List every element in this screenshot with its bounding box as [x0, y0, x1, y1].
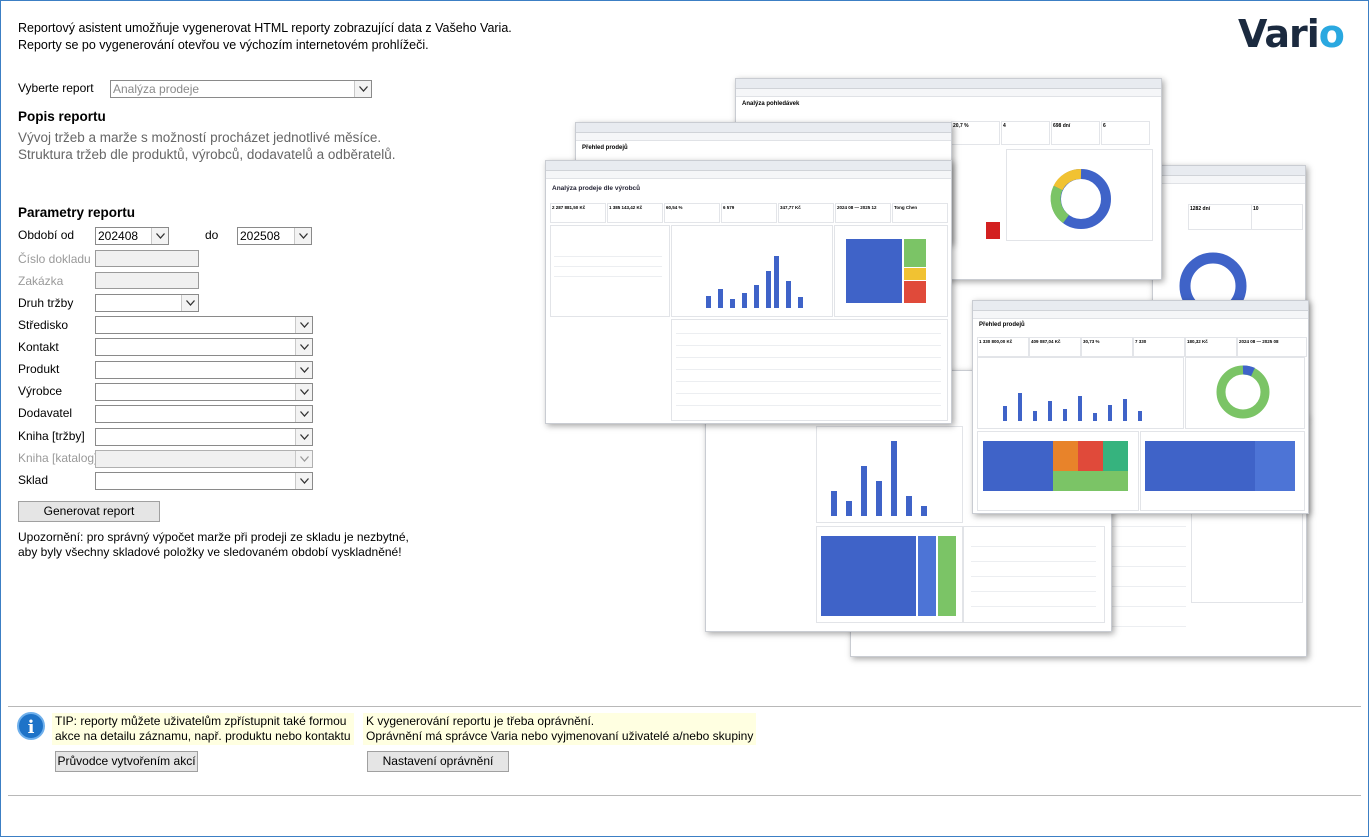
chevron-down-icon[interactable]: [354, 81, 371, 97]
intro-text: Reportový asistent umožňuje vygenerovat …: [18, 20, 512, 54]
chevron-down-icon[interactable]: [181, 295, 198, 311]
center-select[interactable]: [95, 316, 313, 334]
description-line-2: Struktura tržeb dle produktů, výrobců, d…: [18, 147, 396, 162]
contact-select[interactable]: [95, 338, 313, 356]
book-revenue-label: Kniha [tržby]: [18, 429, 85, 443]
period-to-label: do: [205, 228, 219, 242]
generate-report-button[interactable]: Generovat report: [18, 501, 160, 522]
period-from-select[interactable]: 202408: [95, 227, 169, 245]
order-field[interactable]: [95, 272, 199, 289]
doc-number-field[interactable]: [95, 250, 199, 267]
revenue-type-label: Druh tržby: [18, 296, 74, 310]
bottom-separator: [8, 706, 1361, 707]
warehouse-select[interactable]: [95, 472, 313, 490]
revenue-type-select[interactable]: [95, 294, 199, 312]
params-heading: Parametry reportu: [18, 205, 136, 220]
footer-separator: [8, 795, 1361, 796]
chevron-down-icon[interactable]: [295, 339, 312, 355]
center-label: Středisko: [18, 318, 69, 332]
chevron-down-icon[interactable]: [151, 228, 168, 244]
permissions-button[interactable]: Nastavení oprávnění: [367, 751, 509, 772]
intro-line-1: Reportový asistent umožňuje vygenerovat …: [18, 21, 512, 35]
contact-label: Kontakt: [18, 340, 59, 354]
description-text: Vývoj tržeb a marže s možností procházet…: [18, 129, 395, 163]
actions-wizard-button[interactable]: Průvodce vytvořením akcí: [55, 751, 198, 772]
supplier-label: Dodavatel: [18, 406, 73, 420]
chevron-down-icon[interactable]: [295, 384, 312, 400]
info-icon: i: [17, 712, 45, 740]
period-from-label: Období od: [18, 228, 75, 242]
description-heading: Popis reportu: [18, 109, 106, 124]
book-catalog-select: [95, 450, 313, 468]
chevron-down-icon[interactable]: [295, 317, 312, 333]
chevron-down-icon[interactable]: [295, 362, 312, 378]
report-select[interactable]: Analýza prodeje: [110, 80, 372, 98]
book-catalog-label: Kniha [katalog]: [18, 451, 98, 465]
chevron-down-icon: [295, 451, 312, 467]
report-preview-image: 1282 dní 10 Analýza pohledávek 20,7 % 4 …: [540, 70, 1310, 660]
period-to-select[interactable]: 202508: [237, 227, 312, 245]
report-select-value: Analýza prodeje: [113, 82, 200, 96]
chevron-down-icon[interactable]: [294, 228, 311, 244]
chevron-down-icon[interactable]: [295, 473, 312, 489]
permission-note: K vygenerování reportu je třeba oprávněn…: [363, 713, 757, 745]
vario-logo: Vario: [1238, 12, 1345, 56]
supplier-select[interactable]: [95, 405, 313, 423]
warehouse-label: Sklad: [18, 473, 49, 487]
description-line-1: Vývoj tržeb a marže s možností procházet…: [18, 130, 382, 145]
product-label: Produkt: [18, 362, 60, 376]
tip-box: TIP: reporty můžete uživatelům zpřístupn…: [52, 713, 354, 745]
chevron-down-icon[interactable]: [295, 429, 312, 445]
intro-line-2: Reporty se po vygenerování otevřou ve vý…: [18, 38, 429, 52]
report-select-label: Vyberte report: [18, 81, 94, 95]
order-label: Zakázka: [18, 274, 64, 288]
doc-number-label: Číslo dokladu: [18, 252, 91, 266]
chevron-down-icon[interactable]: [295, 406, 312, 422]
product-select[interactable]: [95, 361, 313, 379]
manufacturer-select[interactable]: [95, 383, 313, 401]
manufacturer-label: Výrobce: [18, 384, 63, 398]
warning-text: Upozornění: pro správný výpočet marže př…: [18, 530, 409, 559]
preview-manufacturer-window: Analýza prodeje dle výrobců 2 287 881,50…: [545, 160, 952, 424]
preview-sales-front-window: Přehled prodejů 1 330 800,00 Kč 409 087,…: [972, 300, 1309, 514]
book-revenue-select[interactable]: [95, 428, 313, 446]
